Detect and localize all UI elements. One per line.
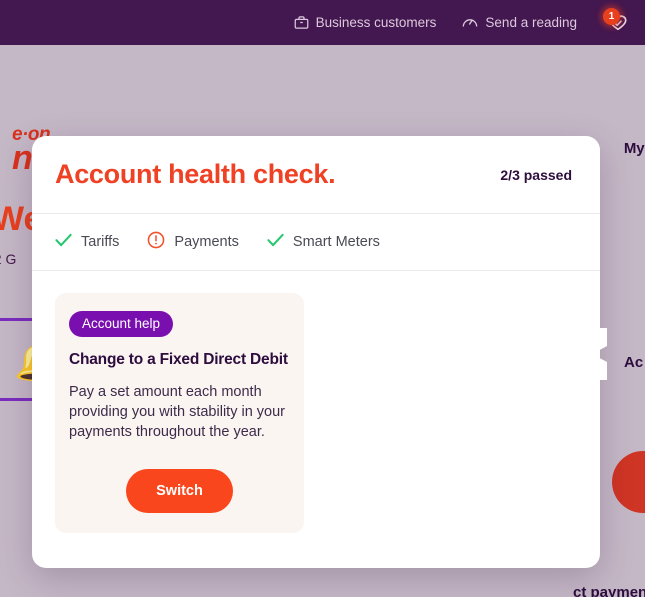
status-item-smart-meters[interactable]: Smart Meters	[267, 233, 380, 252]
gauge-icon	[462, 15, 478, 30]
loyalty-heart-button[interactable]: 1	[603, 7, 633, 38]
notification-badge: 1	[603, 7, 620, 25]
background-circle-graphic	[612, 451, 645, 513]
send-a-reading-label: Send a reading	[485, 15, 577, 30]
business-customers-label: Business customers	[315, 15, 437, 30]
page-title: Account health check.	[55, 159, 336, 189]
account-help-pill: Account help	[69, 311, 174, 337]
card-title: Change to a Fixed Direct Debit	[69, 351, 288, 368]
top-utility-bar: Business customers Send a reading 1	[0, 0, 645, 45]
carousel-next-button[interactable]	[583, 328, 607, 380]
account-help-card: Account help Change to a Fixed Direct De…	[55, 293, 304, 533]
main-navbar: e·on next Tariffs Your home About	[0, 45, 645, 175]
card-action-row: Switch	[69, 469, 290, 513]
briefcase-icon	[294, 15, 309, 30]
status-item-label: Smart Meters	[292, 234, 380, 250]
check-icon	[55, 233, 72, 252]
card-description: Pay a set amount each month providing yo…	[69, 384, 285, 440]
status-row: Tariffs Payments Smart Meters	[32, 214, 600, 271]
check-icon	[267, 233, 284, 252]
status-item-label: Tariffs	[81, 234, 120, 250]
warning-circle-icon	[147, 231, 165, 254]
status-item-tariffs[interactable]: Tariffs	[55, 233, 119, 252]
status-badge: 2/3 passed	[500, 166, 572, 183]
send-a-reading-link[interactable]: Send a reading	[462, 15, 577, 30]
status-item-payments[interactable]: Payments	[147, 231, 239, 254]
modal-body: Account help Change to a Fixed Direct De…	[32, 271, 600, 533]
switch-button[interactable]: Switch	[126, 469, 233, 513]
chevron-right-icon	[583, 328, 607, 380]
background-next-payment-heading: ct payment	[573, 584, 645, 597]
account-health-check-modal: Account health check. 2/3 passed Tariffs…	[32, 136, 600, 568]
modal-header: Account health check. 2/3 passed	[32, 136, 600, 214]
background-right-label: Ac	[624, 354, 644, 371]
status-item-label: Payments	[174, 234, 239, 250]
business-customers-link[interactable]: Business customers	[294, 15, 437, 30]
background-sub-text: 92 G	[0, 251, 17, 267]
